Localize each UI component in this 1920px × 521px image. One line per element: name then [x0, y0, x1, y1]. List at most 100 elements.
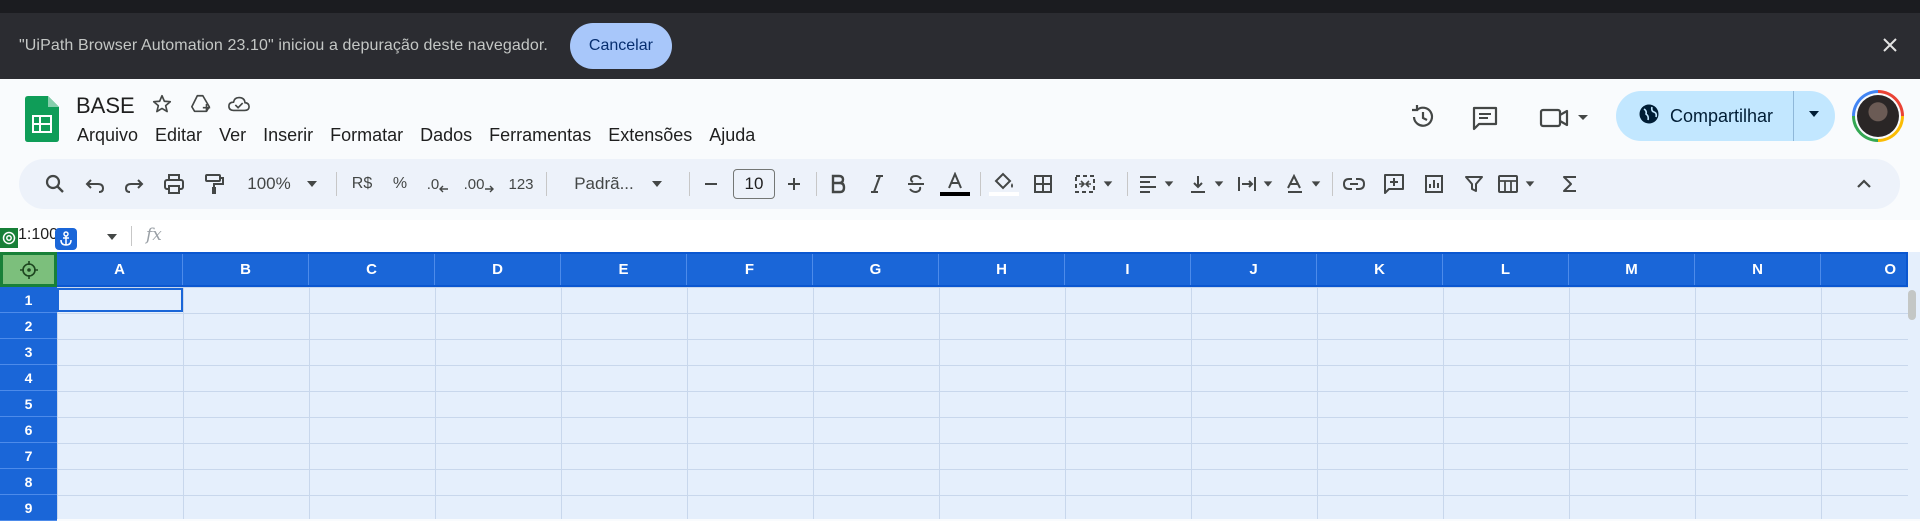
meet-video-icon[interactable]: [1538, 103, 1590, 133]
share-dropdown-icon[interactable]: [1806, 106, 1822, 127]
cloud-saved-icon[interactable]: [227, 93, 250, 115]
percent-format-button[interactable]: %: [385, 159, 415, 209]
menu-inserir[interactable]: Inserir: [263, 125, 313, 146]
more-formats-button[interactable]: 123: [504, 159, 538, 209]
menu-ferramentas[interactable]: Ferramentas: [489, 125, 591, 146]
cell-grid[interactable]: [57, 287, 1908, 519]
column-header[interactable]: G: [813, 254, 939, 285]
fill-color-swatch: [989, 192, 1019, 196]
column-header[interactable]: K: [1317, 254, 1443, 285]
increase-font-size-icon[interactable]: [779, 159, 809, 209]
row-header[interactable]: 3: [0, 339, 57, 365]
title-actions: [151, 93, 250, 115]
text-rotation-icon[interactable]: [1280, 159, 1326, 209]
search-menus-icon[interactable]: [40, 159, 70, 209]
arrow-left-icon: [439, 185, 449, 193]
redo-icon[interactable]: [119, 159, 149, 209]
active-cell-a1[interactable]: [57, 288, 183, 312]
increase-decimal-button[interactable]: .00: [462, 159, 496, 209]
decrease-font-size-icon[interactable]: [696, 159, 726, 209]
browser-top-strip: [0, 0, 1920, 13]
collapse-menus-icon[interactable]: [1849, 159, 1879, 209]
toolbar-divider: [336, 172, 337, 196]
column-header[interactable]: C: [309, 254, 435, 285]
row-header[interactable]: 6: [0, 417, 57, 443]
toolbar-divider: [1127, 172, 1128, 196]
document-title[interactable]: BASE: [76, 93, 135, 119]
insert-comment-icon[interactable]: [1379, 159, 1409, 209]
name-box-dropdown-icon[interactable]: [105, 230, 119, 249]
column-header[interactable]: N: [1695, 254, 1821, 285]
column-header[interactable]: E: [561, 254, 687, 285]
font-select[interactable]: Padrã...: [556, 159, 682, 209]
undo-icon[interactable]: [80, 159, 110, 209]
share-button[interactable]: Compartilhar: [1616, 91, 1794, 141]
sheets-logo-icon[interactable]: [25, 96, 59, 142]
vertical-align-icon[interactable]: [1183, 159, 1229, 209]
filter-views-icon[interactable]: [1488, 159, 1544, 209]
column-header[interactable]: L: [1443, 254, 1569, 285]
decrease-decimal-label: .0: [426, 175, 440, 193]
menu-editar[interactable]: Editar: [155, 125, 202, 146]
strikethrough-icon[interactable]: [901, 159, 931, 209]
row-header[interactable]: 9: [0, 495, 57, 521]
column-header[interactable]: A: [57, 254, 183, 285]
select-all-corner[interactable]: [0, 252, 57, 287]
column-header[interactable]: I: [1065, 254, 1191, 285]
insert-chart-icon[interactable]: [1419, 159, 1449, 209]
star-icon[interactable]: [151, 93, 173, 115]
move-to-drive-icon[interactable]: [189, 93, 211, 115]
avatar[interactable]: [1852, 90, 1904, 142]
column-header[interactable]: D: [435, 254, 561, 285]
row-header[interactable]: 2: [0, 313, 57, 339]
chevron-down-icon: [1164, 181, 1173, 187]
row-header[interactable]: 4: [0, 365, 57, 391]
merge-cells-icon[interactable]: [1066, 159, 1122, 209]
row-header[interactable]: 8: [0, 469, 57, 495]
column-header[interactable]: B: [183, 254, 309, 285]
insert-link-icon[interactable]: [1339, 159, 1369, 209]
decrease-decimal-button[interactable]: .0: [423, 159, 453, 209]
text-color-swatch: [940, 192, 970, 196]
bold-icon[interactable]: [823, 159, 853, 209]
text-wrapping-icon[interactable]: [1232, 159, 1278, 209]
column-header[interactable]: H: [939, 254, 1065, 285]
currency-format-button[interactable]: R$: [345, 159, 379, 209]
zoom-select[interactable]: 100%: [241, 159, 325, 209]
functions-sigma-icon[interactable]: [1555, 159, 1585, 209]
menu-formatar[interactable]: Formatar: [330, 125, 403, 146]
column-header[interactable]: O: [1821, 254, 1906, 285]
row-header[interactable]: 5: [0, 391, 57, 417]
row-header[interactable]: 1: [0, 287, 57, 313]
chevron-down-icon: [651, 181, 662, 187]
menu-arquivo[interactable]: Arquivo: [77, 125, 138, 146]
column-header[interactable]: M: [1569, 254, 1695, 285]
fill-color-icon[interactable]: [987, 159, 1021, 209]
cancel-button[interactable]: Cancelar: [569, 23, 672, 69]
vertical-scrollbar[interactable]: [1908, 290, 1916, 320]
profile-photo: [1857, 95, 1899, 137]
zoom-value: 100%: [247, 174, 291, 193]
column-header[interactable]: F: [687, 254, 813, 285]
version-history-icon[interactable]: [1408, 102, 1438, 132]
menu-extensoes[interactable]: Extensões: [608, 125, 692, 146]
name-box[interactable]: 1:100: [18, 226, 58, 244]
font-size-input[interactable]: 10: [732, 159, 776, 209]
print-icon[interactable]: [159, 159, 189, 209]
filter-icon[interactable]: [1459, 159, 1489, 209]
formula-divider: [131, 226, 132, 246]
comments-icon[interactable]: [1470, 103, 1500, 133]
uipath-target-icon: [0, 228, 18, 248]
menu-ajuda[interactable]: Ajuda: [709, 125, 755, 146]
italic-icon[interactable]: [862, 159, 892, 209]
row-header[interactable]: 7: [0, 443, 57, 469]
column-header[interactable]: J: [1191, 254, 1317, 285]
menu-dados[interactable]: Dados: [420, 125, 472, 146]
menu-bar: Arquivo Editar Ver Inserir Formatar Dado…: [77, 125, 772, 146]
menu-ver[interactable]: Ver: [219, 125, 246, 146]
close-icon[interactable]: [1880, 35, 1900, 55]
paint-format-icon[interactable]: [199, 159, 229, 209]
text-color-icon[interactable]: [938, 159, 972, 209]
borders-icon[interactable]: [1028, 159, 1058, 209]
horizontal-align-icon[interactable]: [1133, 159, 1179, 209]
